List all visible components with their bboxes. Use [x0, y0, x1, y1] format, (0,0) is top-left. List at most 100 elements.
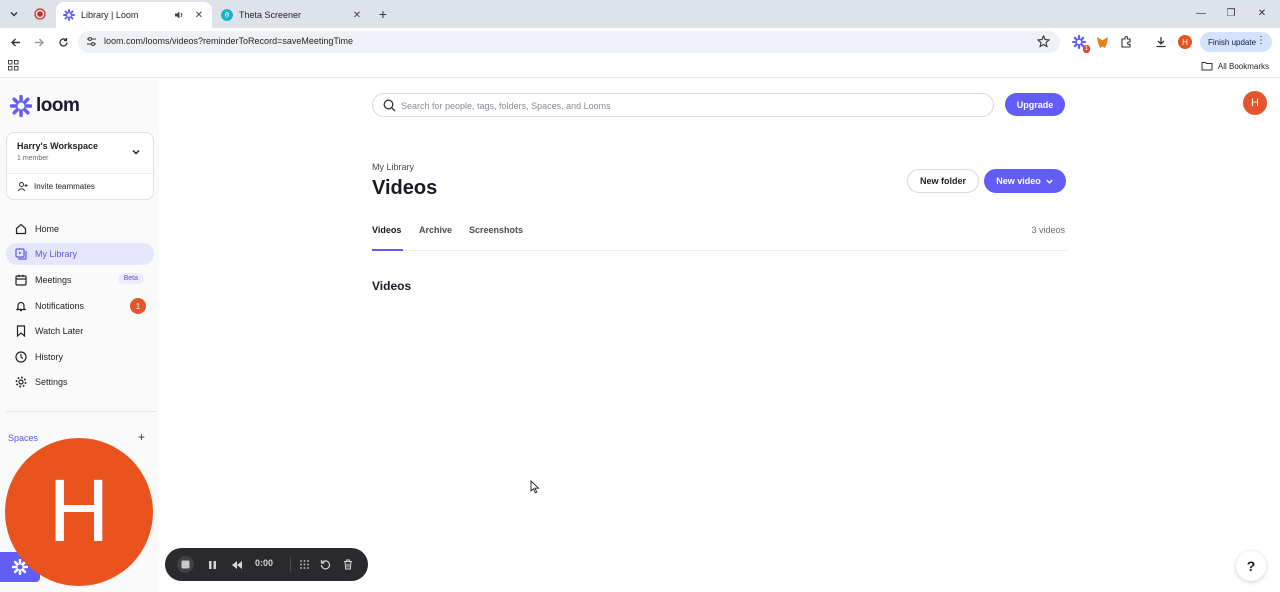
- beta-badge: Beta: [117, 273, 144, 284]
- folder-icon: [1201, 62, 1213, 71]
- spaces-heading: Spaces: [8, 433, 39, 443]
- loom-icon: [63, 9, 75, 21]
- pause-button[interactable]: [204, 556, 221, 573]
- sidebar-item-notifications[interactable]: Notifications 1: [6, 295, 154, 317]
- sidebar-item-meetings[interactable]: Meetings Beta: [6, 269, 154, 291]
- sidebar-item-label: Notifications: [35, 301, 85, 311]
- finish-update-button[interactable]: Finish update ⋮: [1200, 32, 1272, 52]
- tab-screenshots[interactable]: Screenshots: [469, 225, 523, 235]
- rewind-button[interactable]: [228, 556, 245, 573]
- bell-icon: [14, 299, 28, 313]
- loom-logo[interactable]: loom: [10, 95, 80, 117]
- recording-controls: 0:00: [165, 548, 368, 581]
- address-bar[interactable]: loom.com/looms/videos?reminderToRecord=s…: [78, 31, 1060, 53]
- recording-timer: 0:00: [255, 558, 274, 568]
- loom-app: loom Harry's Workspace 1 member Invite t…: [0, 80, 1280, 592]
- browser-toolbar: loom.com/looms/videos?reminderToRecord=s…: [0, 28, 1280, 56]
- browser-tab-strip: Library | Loom ✕ θ Theta Screener ✕ + — …: [0, 0, 1280, 28]
- reload-button[interactable]: [54, 33, 72, 51]
- tab-library-loom[interactable]: Library | Loom ✕: [56, 2, 212, 28]
- sidebar-item-label: My Library: [35, 249, 78, 259]
- tab-title: Theta Screener: [239, 10, 302, 20]
- gear-icon: [14, 375, 28, 389]
- new-video-label: New video: [996, 176, 1041, 186]
- sidebar-item-home[interactable]: Home: [6, 218, 154, 240]
- videos-section-heading: Videos: [372, 279, 412, 293]
- svg-text:θ: θ: [225, 12, 229, 20]
- speaker-icon[interactable]: [172, 8, 186, 22]
- sidebar-item-label: Watch Later: [35, 326, 84, 336]
- rewind-icon: [231, 560, 242, 569]
- forward-button[interactable]: [30, 33, 48, 51]
- add-space-button[interactable]: +: [138, 430, 145, 444]
- sidebar-item-label: Meetings: [35, 275, 72, 285]
- site-settings-icon[interactable]: [86, 36, 97, 47]
- user-avatar[interactable]: H: [1243, 91, 1267, 115]
- metamask-fox-icon[interactable]: [1094, 34, 1110, 50]
- sidebar-item-label: History: [35, 352, 64, 362]
- tab-videos[interactable]: Videos: [372, 225, 401, 235]
- drawing-tools-button[interactable]: [296, 556, 313, 573]
- close-icon[interactable]: ✕: [350, 8, 364, 22]
- search-input[interactable]: [401, 98, 981, 114]
- tab-theta-screener[interactable]: θ Theta Screener ✕: [214, 2, 370, 28]
- trash-icon: [343, 559, 352, 570]
- chevron-down-icon: [10, 12, 18, 17]
- page-title: Videos: [372, 177, 438, 199]
- new-video-button[interactable]: New video: [984, 169, 1066, 193]
- mouse-cursor-icon: [530, 480, 540, 494]
- stop-icon: [181, 560, 190, 569]
- all-bookmarks-button[interactable]: All Bookmarks: [1201, 61, 1269, 71]
- divider: [290, 557, 291, 572]
- sidebar-item-settings[interactable]: Settings: [6, 371, 154, 393]
- loom-wordmark: loom: [36, 95, 80, 116]
- sidebar-item-history[interactable]: History: [6, 346, 154, 368]
- workspace-members: 1 member: [17, 155, 49, 162]
- restart-icon: [320, 560, 331, 570]
- finish-update-label: Finish update: [1208, 37, 1257, 47]
- search-bar[interactable]: [372, 93, 994, 117]
- new-folder-button[interactable]: New folder: [907, 169, 979, 193]
- sidebar-item-label: Home: [35, 224, 60, 234]
- chevron-down-icon[interactable]: [131, 147, 141, 157]
- bookmark-star-icon[interactable]: [1037, 35, 1050, 48]
- divider: [7, 173, 153, 174]
- url-text[interactable]: loom.com/looms/videos?reminderToRecord=s…: [104, 36, 353, 46]
- divider: [6, 411, 156, 412]
- close-icon[interactable]: ✕: [192, 8, 206, 22]
- camera-bubble-avatar[interactable]: H: [5, 438, 153, 586]
- minimize-icon[interactable]: —: [1189, 4, 1213, 22]
- breadcrumb[interactable]: My Library: [372, 162, 414, 172]
- restart-button[interactable]: [317, 556, 334, 573]
- upgrade-button[interactable]: Upgrade: [1005, 93, 1065, 116]
- chevron-down-icon: [1046, 179, 1053, 184]
- arrow-right-icon: [34, 38, 44, 46]
- workspace-card[interactable]: Harry's Workspace 1 member Invite teamma…: [6, 132, 154, 200]
- back-button[interactable]: [6, 33, 24, 51]
- sidebar-item-watch-later[interactable]: Watch Later: [6, 320, 154, 342]
- library-tabs: Videos Archive Screenshots 3 videos: [372, 220, 1067, 251]
- invite-label: Invite teammates: [34, 182, 95, 191]
- theta-icon: θ: [221, 9, 233, 21]
- close-window-icon[interactable]: ✕: [1250, 4, 1274, 22]
- tab-archive[interactable]: Archive: [419, 225, 452, 235]
- download-icon[interactable]: [1153, 34, 1169, 50]
- loom-extension-icon[interactable]: 1: [1071, 34, 1090, 53]
- recording-indicator-icon: [30, 5, 50, 23]
- stop-recording-button[interactable]: [177, 556, 194, 573]
- restore-icon[interactable]: ❐: [1219, 4, 1243, 22]
- tab-title: Library | Loom: [81, 10, 139, 20]
- sidebar-item-my-library[interactable]: My Library: [6, 243, 154, 265]
- search-icon: [383, 99, 396, 112]
- puzzle-extensions-icon[interactable]: [1118, 34, 1134, 50]
- new-tab-button[interactable]: +: [374, 5, 392, 23]
- reload-icon: [58, 37, 68, 47]
- profile-avatar[interactable]: H: [1178, 35, 1192, 49]
- tab-search-button[interactable]: [4, 5, 24, 23]
- calendar-icon: [14, 273, 28, 287]
- apps-grid-icon[interactable]: [8, 60, 19, 71]
- help-button[interactable]: ?: [1236, 551, 1266, 581]
- delete-button[interactable]: [339, 556, 356, 573]
- invite-teammates-button[interactable]: Invite teammates: [17, 181, 95, 192]
- pause-icon: [209, 560, 216, 569]
